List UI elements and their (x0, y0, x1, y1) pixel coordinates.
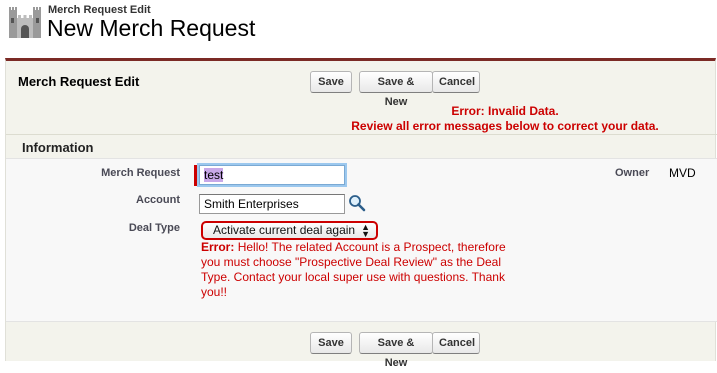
cancel-button[interactable]: Cancel (432, 71, 480, 93)
merch-request-value: test (204, 168, 224, 182)
error-summary: Error: Invalid Data. Review all error me… (295, 104, 715, 134)
account-input[interactable]: Smith Enterprises (199, 194, 345, 214)
footer-save-and-new-button[interactable]: Save & New (359, 332, 433, 369)
owner-label: Owner (615, 167, 650, 179)
page-header: Merch Request Edit New Merch Request (0, 0, 717, 58)
lookup-magnifier-icon[interactable] (348, 194, 366, 212)
footer-save-button[interactable]: Save (310, 332, 352, 354)
deal-type-error-message: Hello! The related Account is a Prospect… (201, 240, 506, 299)
save-and-new-button[interactable]: Save & New (359, 71, 433, 108)
account-label: Account (136, 194, 180, 206)
required-indicator (194, 165, 197, 186)
form-body: Merch Request test Owner MVD Account Smi… (6, 158, 717, 322)
panel-title: Merch Request Edit (18, 74, 140, 89)
section-header: Information (6, 134, 717, 158)
deal-type-value: Activate current deal again (213, 223, 356, 237)
error-summary-detail: Review all error messages below to corre… (351, 119, 659, 133)
footer-cancel-button[interactable]: Cancel (432, 332, 480, 354)
deal-type-error: Error: Hello! The related Account is a P… (201, 240, 511, 300)
deal-type-label: Deal Type (128, 222, 180, 234)
owner-value: MVD (669, 166, 696, 180)
page-title: New Merch Request (47, 15, 256, 41)
save-button[interactable]: Save (310, 71, 352, 93)
section-title: Information (22, 140, 94, 155)
edit-panel: Merch Request Edit Save Save & New Cance… (5, 58, 717, 369)
merch-request-input[interactable]: test (199, 165, 345, 185)
merch-request-label: Merch Request (101, 167, 180, 179)
error-summary-title: Error: Invalid Data. (451, 104, 559, 118)
deal-type-select[interactable]: Activate current deal again ▲ ▼ (201, 221, 378, 240)
up-down-arrows-icon: ▲ ▼ (361, 222, 370, 239)
deal-type-error-prefix: Error: (201, 240, 235, 254)
castle-icon (9, 7, 41, 38)
